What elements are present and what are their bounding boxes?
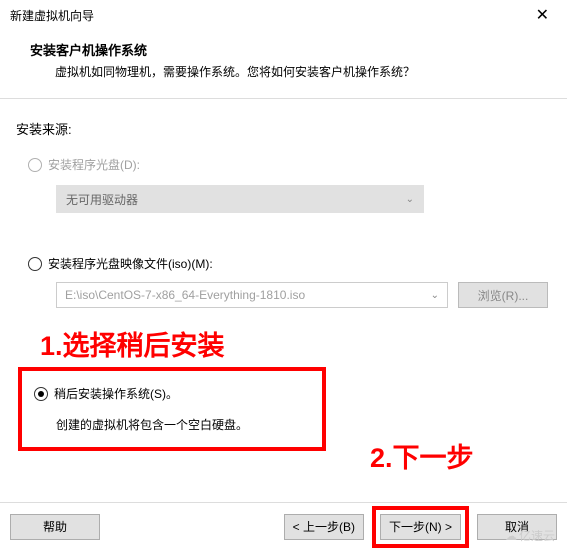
iso-row: E:\iso\CentOS-7-x86_64-Everything-1810.i… xyxy=(56,282,551,308)
header-subtitle: 虚拟机如同物理机，需要操作系统。您将如何安装客户机操作系统？ xyxy=(55,63,547,80)
source-label: 安装来源: xyxy=(16,119,551,138)
radio-icon xyxy=(28,257,42,271)
annotation-2: 2.下一步 xyxy=(370,436,474,475)
titlebar: 新建虚拟机向导 ✕ xyxy=(0,0,567,30)
drive-select[interactable]: 无可用驱动器 ⌄ xyxy=(56,185,424,213)
next-button[interactable]: 下一步(N) > xyxy=(380,514,461,540)
iso-path-input[interactable]: E:\iso\CentOS-7-x86_64-Everything-1810.i… xyxy=(56,282,448,308)
next-button-highlight: 下一步(N) > xyxy=(372,506,469,548)
radio-iso-label: 安装程序光盘映像文件(iso)(M): xyxy=(48,255,213,272)
option-later-highlight: 稍后安装操作系统(S)。 创建的虚拟机将包含一个空白硬盘。 xyxy=(18,367,326,451)
radio-iso[interactable]: 安装程序光盘映像文件(iso)(M): xyxy=(28,255,551,272)
footer: 帮助 < 上一步(B) 下一步(N) > 取消 xyxy=(0,502,567,550)
drive-select-text: 无可用驱动器 xyxy=(66,191,138,208)
option-iso-block: 安装程序光盘映像文件(iso)(M): E:\iso\CentOS-7-x86_… xyxy=(16,255,551,308)
window-title: 新建虚拟机向导 xyxy=(10,7,94,24)
radio-icon xyxy=(34,387,48,401)
watermark: ☁ 亿速云 xyxy=(505,527,555,544)
cloud-icon: ☁ xyxy=(505,529,517,543)
browse-button[interactable]: 浏览(R)... xyxy=(458,282,548,308)
chevron-down-icon: ⌄ xyxy=(406,194,414,205)
radio-later[interactable]: 稍后安装操作系统(S)。 xyxy=(34,385,310,402)
help-button[interactable]: 帮助 xyxy=(10,514,100,540)
close-icon[interactable]: ✕ xyxy=(528,3,557,27)
wizard-header: 安装客户机操作系统 虚拟机如同物理机，需要操作系统。您将如何安装客户机操作系统？ xyxy=(0,30,567,98)
radio-icon xyxy=(28,158,42,172)
annotation-1: 1.选择稍后安装 xyxy=(40,324,551,363)
later-desc: 创建的虚拟机将包含一个空白硬盘。 xyxy=(56,416,310,433)
radio-later-label: 稍后安装操作系统(S)。 xyxy=(54,385,178,402)
header-title: 安装客户机操作系统 xyxy=(30,40,547,59)
chevron-down-icon: ⌄ xyxy=(431,290,439,301)
radio-disc-label: 安装程序光盘(D): xyxy=(48,156,140,173)
option-disc-block: 安装程序光盘(D): 无可用驱动器 ⌄ xyxy=(16,156,551,213)
radio-disc[interactable]: 安装程序光盘(D): xyxy=(28,156,551,173)
content-area: 安装来源: 安装程序光盘(D): 无可用驱动器 ⌄ 安装程序光盘映像文件(iso… xyxy=(0,99,567,463)
iso-path-text: E:\iso\CentOS-7-x86_64-Everything-1810.i… xyxy=(65,288,305,302)
back-button[interactable]: < 上一步(B) xyxy=(284,514,364,540)
